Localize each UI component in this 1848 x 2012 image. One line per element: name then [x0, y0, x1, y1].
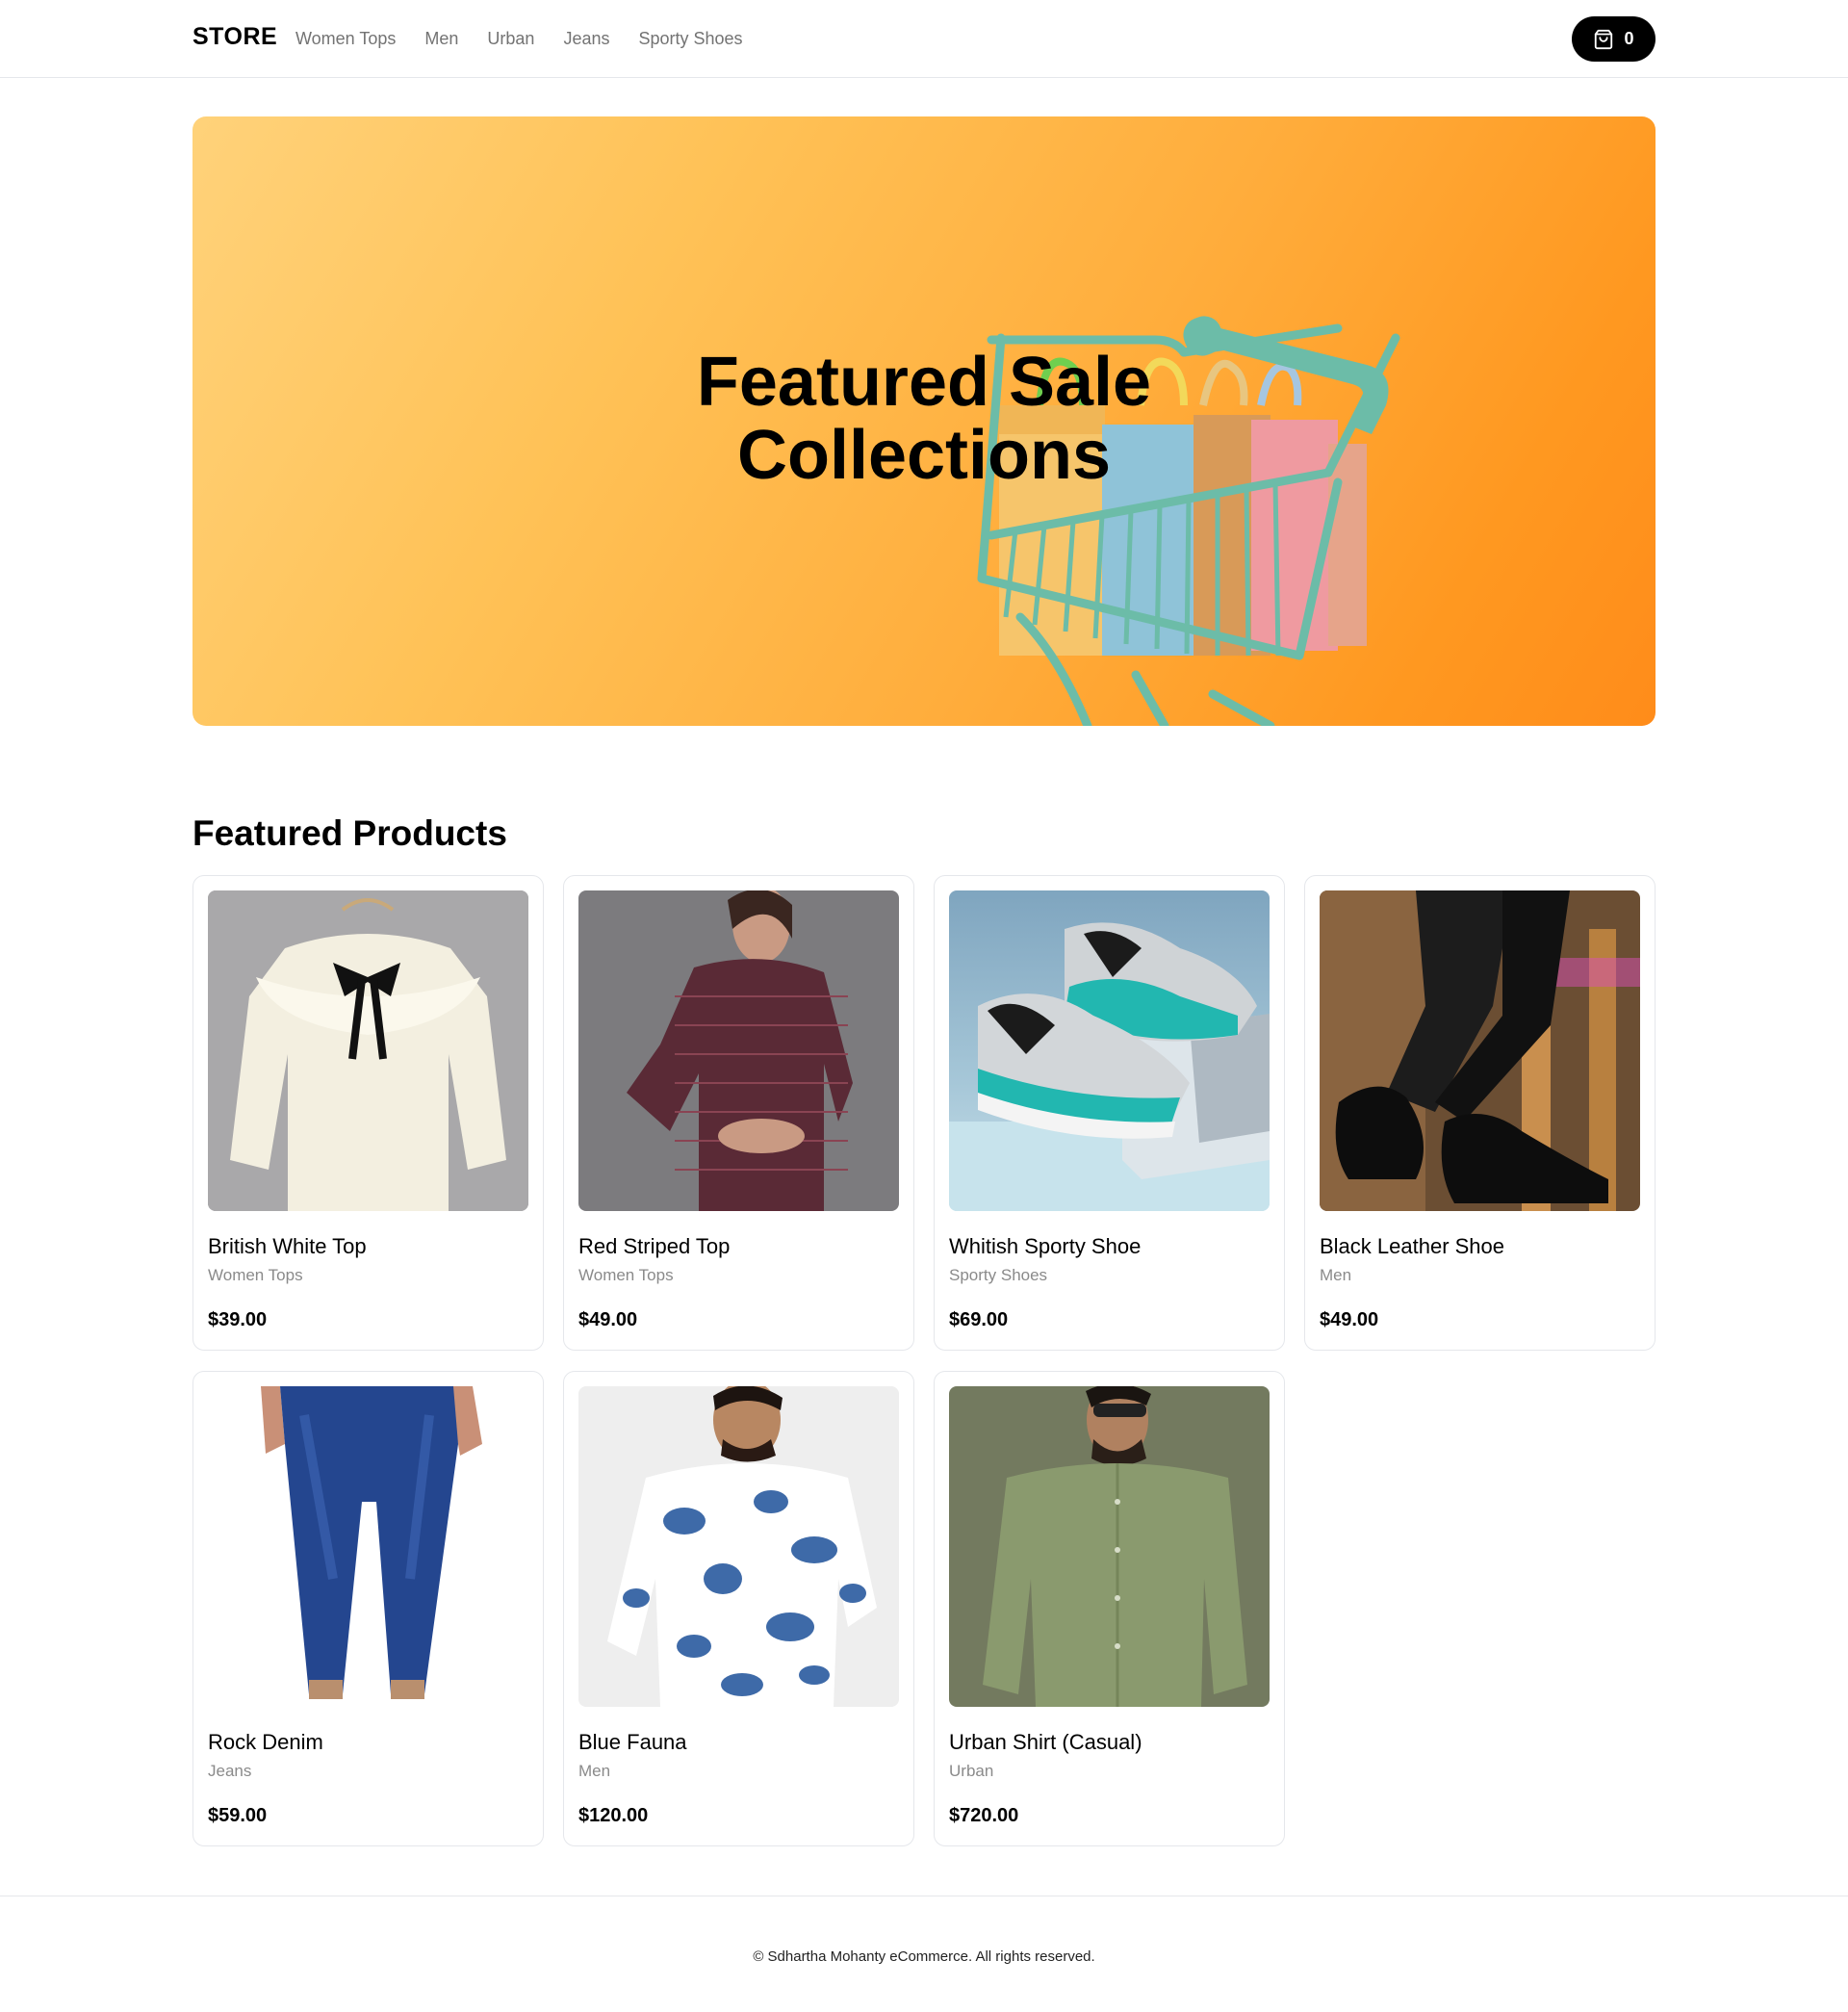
product-category: Women Tops: [208, 1266, 303, 1284]
product-price: $120.00: [578, 1805, 649, 1826]
cart-button[interactable]: 0: [1572, 16, 1656, 62]
product-category: Urban: [949, 1762, 994, 1780]
product-price: $49.00: [578, 1309, 638, 1330]
product-card[interactable]: Rock Denim Jeans $59.00: [192, 1371, 544, 1846]
product-card[interactable]: British White Top Women Tops $39.00: [192, 875, 544, 1351]
product-image-leather-shoe[interactable]: [1320, 890, 1640, 1211]
nav-link-men[interactable]: Men: [424, 29, 458, 49]
hero-title-line-2: Collections: [736, 417, 1112, 494]
product-category: Sporty Shoes: [949, 1266, 1048, 1284]
page-footer: © Sdhartha Mohanty eCommerce. All rights…: [0, 1896, 1848, 2012]
product-name[interactable]: Blue Fauna: [578, 1730, 687, 1755]
product-card[interactable]: Red Striped Top Women Tops $49.00: [563, 875, 914, 1351]
store-logo[interactable]: STORE: [192, 23, 277, 51]
product-name[interactable]: Red Striped Top: [578, 1234, 730, 1259]
product-price: $39.00: [208, 1309, 268, 1330]
product-card[interactable]: Blue Fauna Men $120.00: [563, 1371, 914, 1846]
product-price: $59.00: [208, 1805, 268, 1826]
featured-products-heading: Featured Products: [192, 813, 507, 853]
cart-count: 0: [1624, 29, 1634, 48]
product-image-blue-fauna[interactable]: [578, 1386, 899, 1707]
nav-link-sporty-shoes[interactable]: Sporty Shoes: [638, 29, 742, 49]
category-nav: Women Tops Men Urban Jeans Sporty Shoes: [295, 29, 743, 49]
product-card[interactable]: Urban Shirt (Casual) Urban $720.00: [934, 1371, 1285, 1846]
product-name[interactable]: Rock Denim: [208, 1730, 323, 1755]
hero-title: Featured Sale Collections: [192, 346, 1656, 492]
product-card[interactable]: Whitish Sporty Shoe Sporty Shoes $69.00: [934, 875, 1285, 1351]
product-image-rock-denim[interactable]: [208, 1386, 528, 1707]
product-name[interactable]: British White Top: [208, 1234, 367, 1259]
product-name[interactable]: Urban Shirt (Casual): [949, 1730, 1142, 1755]
product-name[interactable]: Black Leather Shoe: [1320, 1234, 1504, 1259]
shopping-bag-icon: [1595, 29, 1613, 49]
hero-banner: Featured Sale Collections: [192, 116, 1656, 726]
hero-title-line-1: Featured Sale: [696, 344, 1152, 421]
product-price: $720.00: [949, 1805, 1019, 1826]
product-category: Men: [1320, 1266, 1352, 1284]
product-name[interactable]: Whitish Sporty Shoe: [949, 1234, 1141, 1259]
product-image-white-top[interactable]: [208, 890, 528, 1211]
product-category: Men: [578, 1762, 611, 1780]
product-price: $49.00: [1320, 1309, 1379, 1330]
copyright-text: © Sdhartha Mohanty eCommerce. All rights…: [753, 1948, 1095, 1965]
nav-link-jeans[interactable]: Jeans: [563, 29, 609, 49]
nav-link-women-tops[interactable]: Women Tops: [295, 29, 396, 49]
product-image-red-striped-top[interactable]: [578, 890, 899, 1211]
product-card[interactable]: Black Leather Shoe Men $49.00: [1304, 875, 1656, 1351]
nav-link-urban[interactable]: Urban: [487, 29, 534, 49]
product-category: Women Tops: [578, 1266, 674, 1284]
top-navbar: STORE Women Tops Men Urban Jeans Sporty …: [0, 0, 1848, 78]
product-category: Jeans: [208, 1762, 252, 1780]
product-image-urban-shirt[interactable]: [949, 1386, 1270, 1707]
product-price: $69.00: [949, 1309, 1009, 1330]
product-image-sporty-shoe[interactable]: [949, 890, 1270, 1211]
